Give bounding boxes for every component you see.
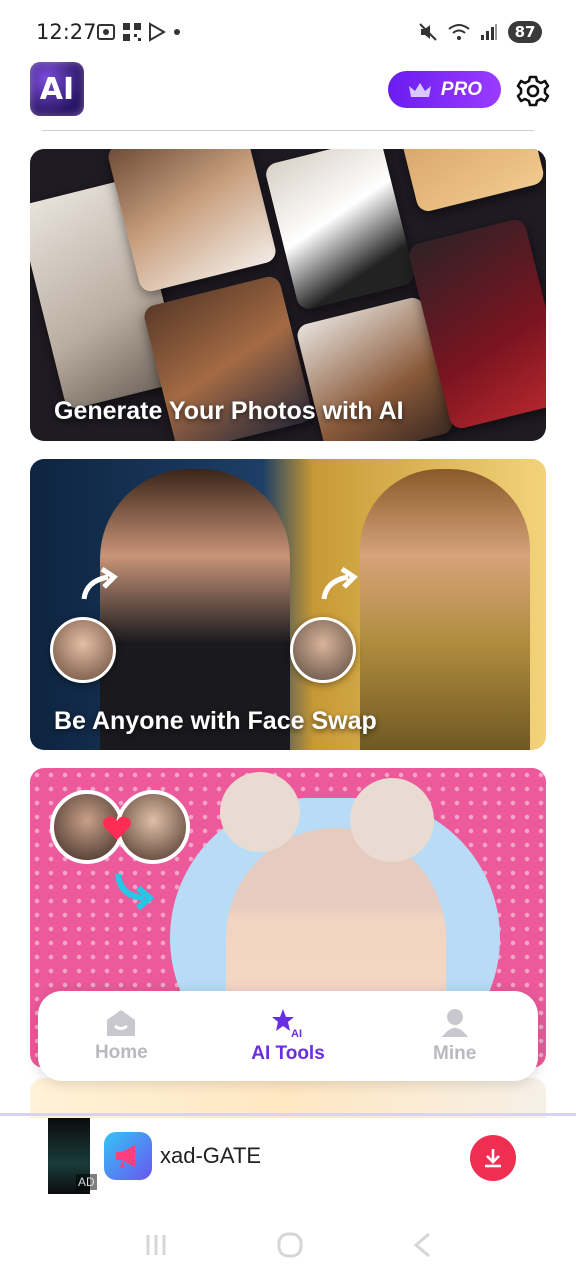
target-face-avatar: [290, 617, 356, 683]
svg-text:AI: AI: [291, 1028, 302, 1039]
man-figure: [360, 469, 530, 750]
wifi-icon: [448, 24, 470, 40]
status-icons-left: [96, 22, 182, 42]
face-swap-card[interactable]: Be Anyone with Face Swap: [30, 459, 546, 750]
photo-tile: [400, 149, 546, 214]
ad-thumbnail[interactable]: AD: [48, 1118, 97, 1194]
crown-icon: [408, 82, 431, 97]
nav-item-ai-tools[interactable]: AI AI Tools: [205, 991, 372, 1081]
home-icon: [107, 1010, 136, 1036]
next-card-preview[interactable]: [30, 1078, 546, 1118]
arrow-icon: [115, 873, 155, 910]
arrow-icon: [81, 567, 118, 600]
nav-item-home[interactable]: Home: [38, 991, 205, 1081]
status-icons-right: 87: [418, 21, 542, 43]
hat-pompom: [350, 778, 434, 862]
status-bar: 12:27 87: [0, 0, 576, 60]
system-nav-bar: [0, 1210, 576, 1280]
ai-tools-icon: AI: [272, 1009, 302, 1039]
hat-pompom: [220, 772, 300, 852]
generate-card-title: Generate Your Photos with AI: [54, 397, 404, 425]
photo-tile: [263, 149, 417, 312]
ad-divider: [0, 1113, 576, 1116]
app-logo-text: AI: [39, 71, 75, 107]
screenshot-icon: [97, 24, 115, 40]
download-icon: [485, 1149, 501, 1168]
nav-label-home: Home: [94, 1042, 148, 1063]
settings-button[interactable]: [514, 72, 552, 110]
signal-icon: [481, 24, 497, 40]
gear-icon: [516, 75, 550, 107]
generate-photos-card[interactable]: Generate Your Photos with AI: [30, 149, 546, 441]
megaphone-icon: [116, 1145, 135, 1168]
recents-icon[interactable]: [143, 1232, 169, 1258]
ad-app-icon[interactable]: [104, 1132, 152, 1180]
face-swap-card-title: Be Anyone with Face Swap: [54, 707, 377, 735]
ad-app-name: xad-GATE: [160, 1143, 262, 1168]
ad-badge: AD: [76, 1174, 97, 1190]
nav-label-ai-tools: AI Tools: [251, 1043, 325, 1064]
pro-button[interactable]: PRO: [388, 71, 501, 108]
back-icon[interactable]: [411, 1231, 433, 1259]
app-logo: AI: [30, 62, 84, 116]
play-store-icon: [149, 22, 166, 42]
home-button-icon[interactable]: [276, 1231, 304, 1259]
pro-label: PRO: [440, 78, 483, 100]
ad-download-button[interactable]: [470, 1135, 516, 1181]
source-face-avatar: [50, 617, 116, 683]
arrow-icon: [321, 567, 358, 600]
app-screen: 12:27 87 AI PRO Generate Your Photos wit…: [0, 0, 576, 1280]
profile-icon: [441, 1009, 468, 1037]
ad-banner[interactable]: AD xad-GATE: [48, 1118, 528, 1194]
nav-label-mine: Mine: [433, 1043, 477, 1064]
dot-icon: [174, 29, 180, 35]
header-divider: [42, 130, 534, 131]
heart-icon: [103, 816, 131, 840]
battery-indicator: 87: [508, 21, 542, 43]
bottom-nav: Home AI AI Tools Mine: [38, 991, 538, 1081]
mute-icon: [419, 23, 437, 41]
qr-icon: [123, 23, 141, 41]
nav-item-mine[interactable]: Mine: [371, 991, 538, 1081]
status-time: 12:27: [36, 20, 97, 44]
